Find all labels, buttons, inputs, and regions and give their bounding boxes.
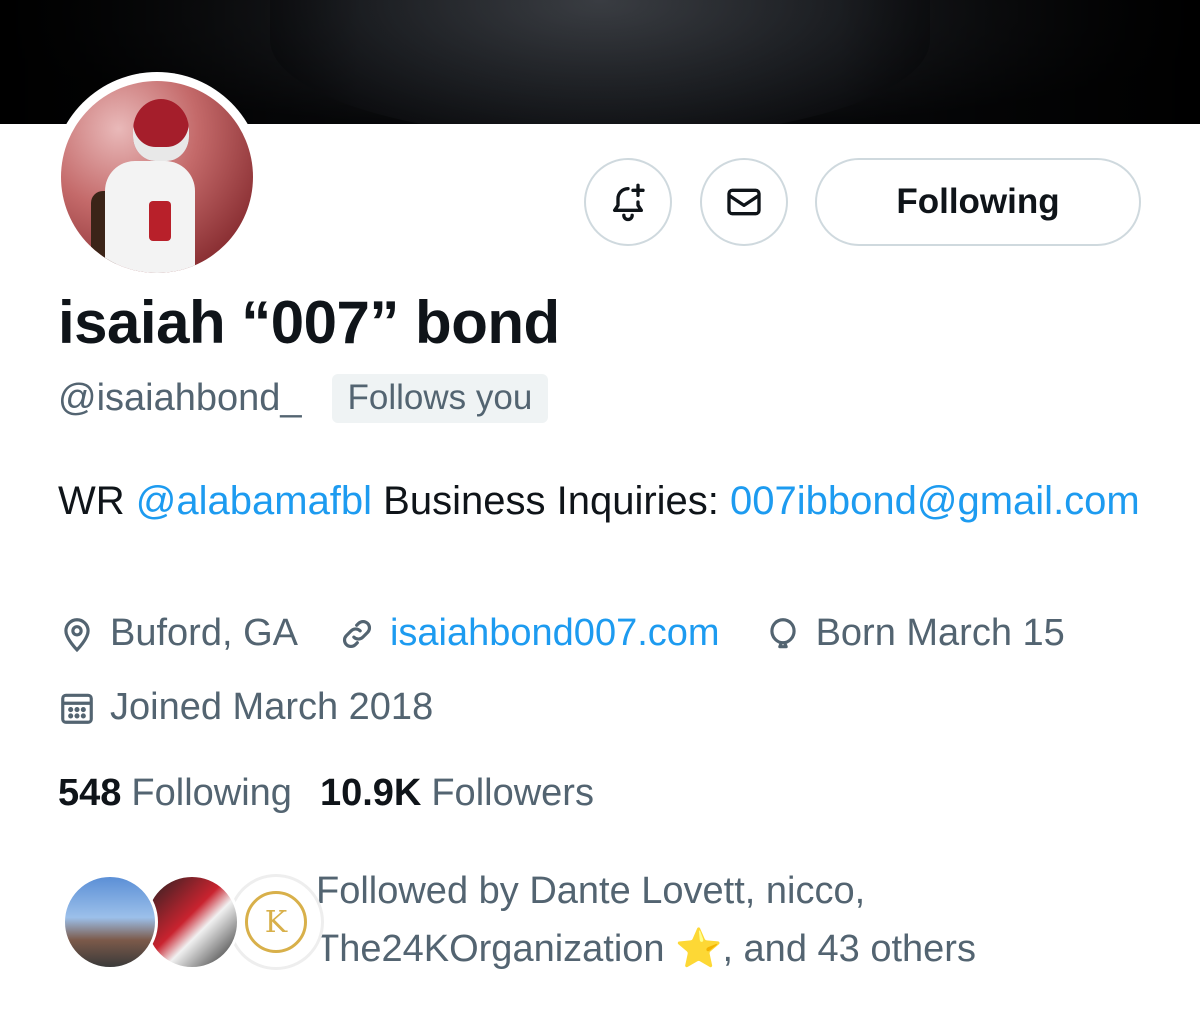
star-emoji: ⭐: [675, 928, 723, 970]
location-pin-icon: [64, 617, 90, 652]
follow-stats: 548 Following 10.9K Followers: [58, 772, 594, 815]
crown-logo-icon: K: [245, 891, 307, 953]
bio-middle: Business Inquiries:: [372, 479, 731, 523]
profile-meta-row-2: Joined March 2018: [58, 686, 433, 729]
followers-stat[interactable]: 10.9K Followers: [320, 772, 594, 815]
following-count: 548: [58, 772, 122, 814]
location-item: Buford, GA: [58, 612, 298, 655]
follower-avatar-1: [62, 874, 158, 970]
following-button[interactable]: Following: [815, 158, 1141, 246]
handle-row: @isaiahbond_ Follows you: [58, 372, 549, 424]
profile-handle: @isaiahbond_: [58, 376, 302, 419]
follower-avatar-2: [144, 874, 240, 970]
profile-avatar[interactable]: [52, 72, 262, 282]
bell-plus-icon: [613, 183, 645, 222]
followers-count: 10.9K: [319, 772, 422, 814]
birthday-text: Born March 15: [815, 612, 1065, 654]
joined-text: Joined March 2018: [110, 686, 434, 728]
joined-item: Joined March 2018: [58, 686, 433, 729]
balloon-icon: [769, 617, 796, 648]
bio-prefix: WR: [58, 479, 136, 523]
avatar-photo: [61, 81, 253, 273]
bio-mention-link[interactable]: @alabamafbl: [136, 479, 372, 523]
followed-by-suffix: , and 43 others: [722, 928, 976, 970]
profile-bio: WR @alabamafbl Business Inquiries: 007ib…: [58, 470, 1158, 532]
profile-meta-row-1: Buford, GA isaiahbond007.com Born March …: [58, 612, 1065, 655]
profile-name: isaiah “007” bond: [58, 289, 560, 356]
notify-button[interactable]: [584, 158, 672, 246]
envelope-icon: [727, 188, 761, 216]
follows-you-badge: Follows you: [331, 373, 549, 423]
message-button[interactable]: [700, 158, 788, 246]
location-text: Buford, GA: [110, 612, 298, 654]
website-item: isaiahbond007.com: [338, 612, 720, 655]
calendar-icon: [61, 693, 93, 724]
follower-avatar-3: K: [228, 874, 324, 970]
link-icon: [343, 619, 371, 648]
avatar-photo-helmet: [133, 99, 189, 161]
following-label: Following: [131, 772, 292, 814]
following-stat[interactable]: 548 Following: [58, 772, 292, 815]
website-link[interactable]: isaiahbond007.com: [390, 612, 720, 655]
followed-by-avatars[interactable]: K: [62, 874, 324, 974]
bio-email-link[interactable]: 007ibbond@gmail.com: [730, 479, 1140, 523]
followed-by-text[interactable]: Followed by Dante Lovett, nicco, The24KO…: [316, 862, 1176, 978]
birthday-item: Born March 15: [764, 612, 1065, 655]
avatar-photo-number: [149, 201, 171, 241]
followers-label: Followers: [431, 772, 594, 814]
